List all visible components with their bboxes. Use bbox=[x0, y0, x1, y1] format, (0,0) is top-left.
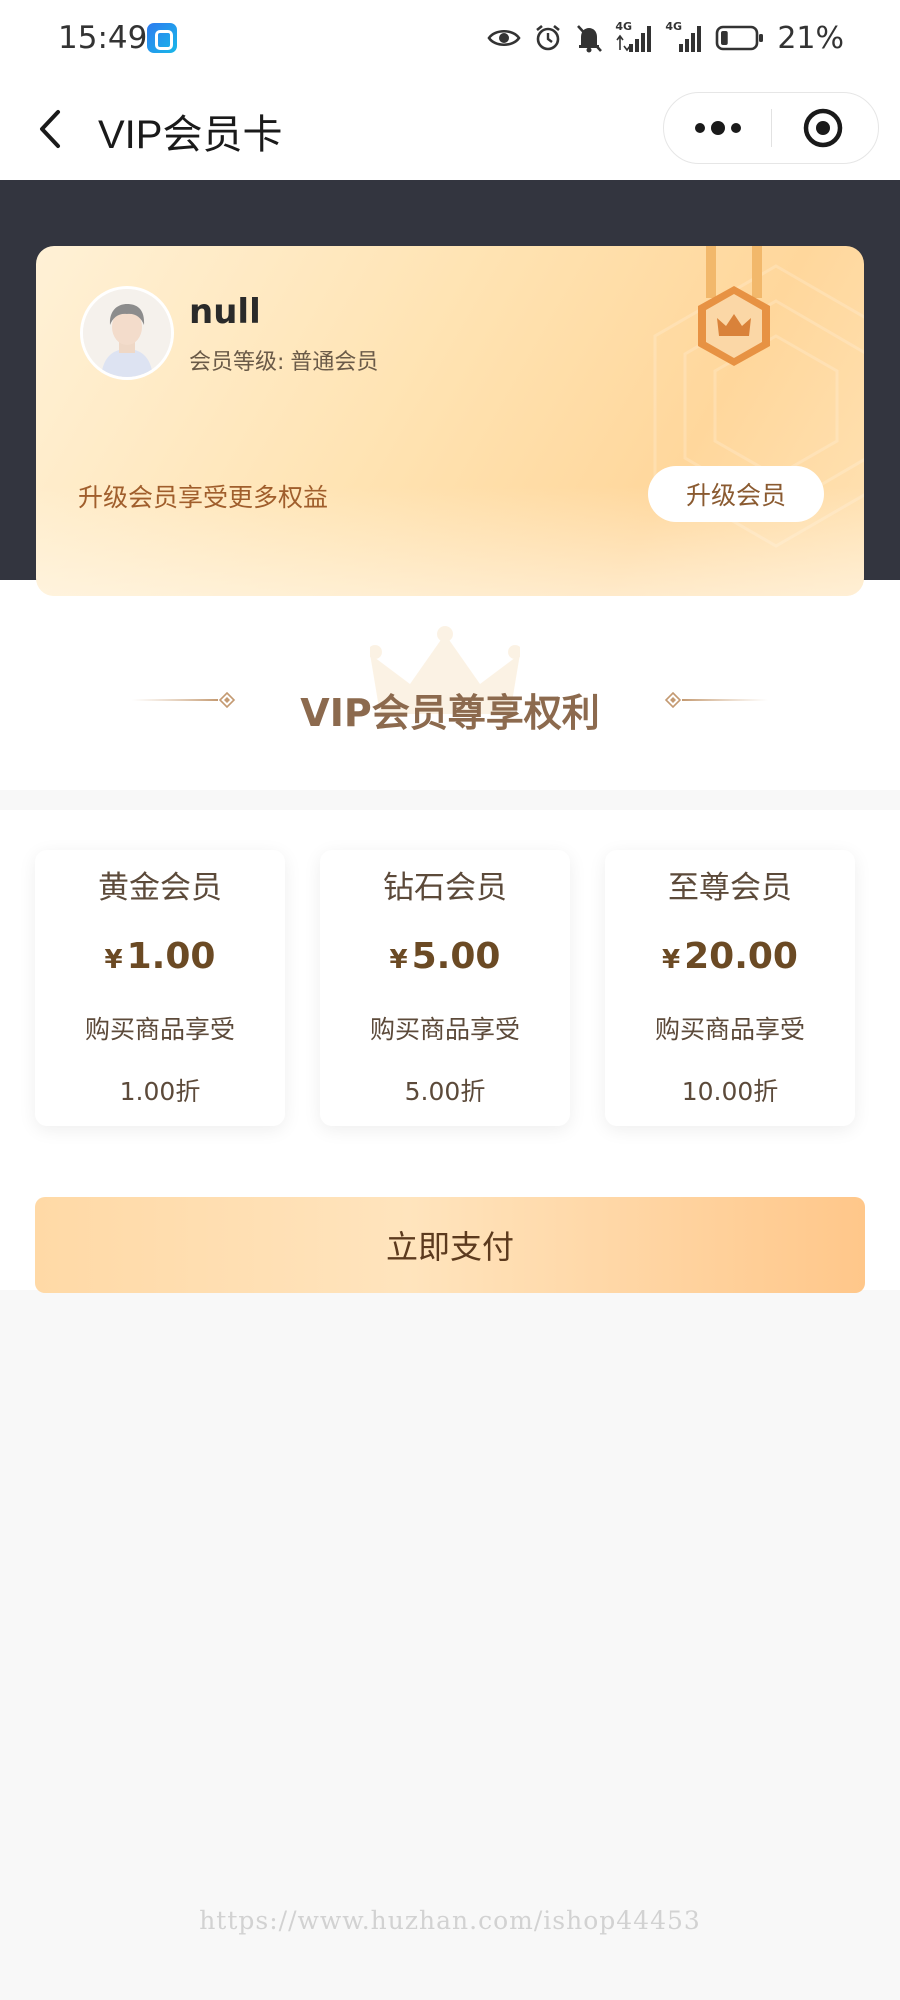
tier-price: ¥5.00 bbox=[320, 936, 570, 977]
tier-price-value: 5.00 bbox=[411, 936, 501, 977]
app-notification-icon bbox=[147, 23, 177, 53]
tier-price-value: 20.00 bbox=[684, 936, 798, 977]
page-title: VIP会员卡 bbox=[98, 113, 283, 157]
pay-now-button[interactable]: 立即支付 bbox=[35, 1197, 865, 1293]
more-icon[interactable] bbox=[692, 113, 744, 143]
tier-card-diamond[interactable]: 钻石会员 ¥5.00 购买商品享受 5.00折 bbox=[320, 850, 570, 1126]
status-time: 15:49 bbox=[58, 20, 148, 56]
title-decoration-right bbox=[664, 692, 768, 708]
tier-price: ¥20.00 bbox=[605, 936, 855, 977]
mute-bell-icon bbox=[577, 25, 603, 53]
status-indicators: 4G 4G 21% bbox=[487, 18, 844, 58]
tier-discount: 1.00折 bbox=[119, 1077, 201, 1106]
battery-icon bbox=[716, 25, 764, 51]
tier-discount: 10.00折 bbox=[681, 1077, 779, 1106]
default-avatar-icon bbox=[83, 289, 171, 377]
member-level-label: 会员等级: bbox=[189, 350, 285, 375]
tier-benefit: 购买商品享受 bbox=[654, 1015, 805, 1044]
watermark-url: https://www.huzhan.com/ishop44453 bbox=[199, 1906, 701, 1935]
upgrade-member-button[interactable]: 升级会员 bbox=[648, 466, 824, 522]
signal-1: 4G bbox=[615, 20, 653, 54]
member-level: 会员等级: 普通会员 bbox=[189, 344, 378, 376]
member-level-value: 普通会员 bbox=[290, 350, 379, 375]
alarm-icon bbox=[536, 24, 561, 51]
user-name: null bbox=[189, 292, 261, 332]
signal-bars-icon bbox=[616, 26, 652, 52]
back-arrow-icon[interactable] bbox=[32, 104, 72, 154]
eye-icon bbox=[487, 29, 521, 47]
signal-bars-icon bbox=[679, 26, 702, 52]
status-bar: 15:49 4G 4G 21% bbox=[0, 0, 900, 80]
tier-price: ¥1.00 bbox=[35, 936, 285, 977]
currency-symbol: ¥ bbox=[389, 945, 408, 975]
tier-card-gold[interactable]: 黄金会员 ¥1.00 购买商品享受 1.00折 bbox=[35, 850, 285, 1126]
currency-symbol: ¥ bbox=[662, 945, 681, 975]
signal-2: 4G bbox=[665, 20, 703, 54]
upgrade-tip: 升级会员享受更多权益 bbox=[78, 483, 329, 512]
tier-name: 黄金会员 bbox=[98, 870, 222, 906]
mini-program-capsule bbox=[663, 92, 879, 164]
tier-discount: 5.00折 bbox=[404, 1077, 486, 1106]
privileges-title: VIP会员尊享权利 bbox=[300, 691, 600, 735]
battery-percent: 21% bbox=[777, 20, 844, 56]
currency-symbol: ¥ bbox=[104, 945, 123, 975]
tier-card-supreme[interactable]: 至尊会员 ¥20.00 购买商品享受 10.00折 bbox=[605, 850, 855, 1126]
nav-bar: VIP会员卡 bbox=[0, 80, 900, 180]
crown-medal-icon bbox=[698, 246, 770, 366]
tier-name: 钻石会员 bbox=[383, 870, 507, 906]
tier-benefit: 购买商品享受 bbox=[84, 1015, 235, 1044]
header-band: null 会员等级: 普通会员 升级会员享受更多权益 升级会员 bbox=[0, 180, 900, 600]
capsule-divider bbox=[771, 109, 772, 147]
tier-name: 至尊会员 bbox=[668, 870, 792, 906]
close-mini-program-icon[interactable] bbox=[802, 107, 844, 149]
membership-tiers: 黄金会员 ¥1.00 购买商品享受 1.00折 钻石会员 ¥5.00 购买商品享… bbox=[0, 810, 900, 1293]
tier-price-value: 1.00 bbox=[126, 936, 216, 977]
privileges-header: VIP会员尊享权利 bbox=[0, 600, 900, 790]
vip-card: null 会员等级: 普通会员 升级会员享受更多权益 升级会员 bbox=[36, 246, 864, 596]
avatar bbox=[80, 286, 174, 380]
tier-benefit: 购买商品享受 bbox=[369, 1015, 520, 1044]
